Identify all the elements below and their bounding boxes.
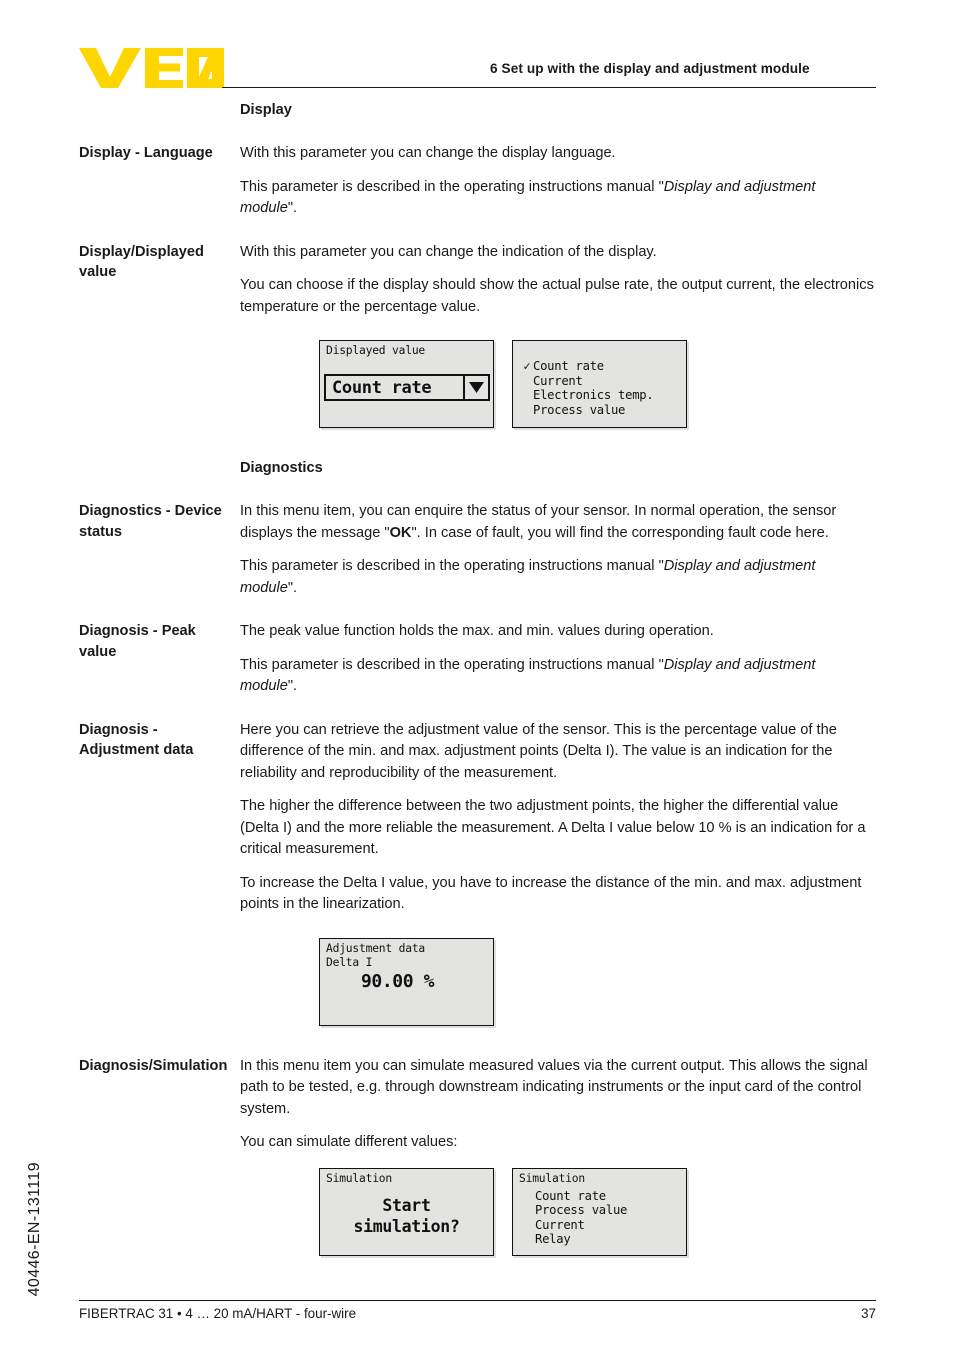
lcd-subtitle: Delta I bbox=[326, 955, 373, 969]
footer-product: FIBERTRAC 31 • 4 … 20 mA/HART - four-wir… bbox=[79, 1306, 357, 1321]
para-peak-value-2: This parameter is described in the opera… bbox=[240, 655, 876, 698]
lcd-delta-i-value: 90.00 % bbox=[360, 970, 435, 992]
page-footer: FIBERTRAC 31 • 4 … 20 mA/HART - four-wir… bbox=[79, 1300, 876, 1321]
figure-displayed-value: Displayed value Count rate ✓ Count rate … bbox=[0, 340, 954, 428]
para-adjustment-data-2: The higher the difference between the tw… bbox=[240, 798, 866, 857]
section-display-language: Display - Language With this parameter y… bbox=[0, 143, 954, 220]
para-displayed-value-2: You can choose if the display should sho… bbox=[240, 277, 874, 315]
figure-simulation: Simulation Start simulation? Simulation … bbox=[0, 1167, 954, 1256]
section-simulation: Diagnosis/Simulation In this menu item y… bbox=[0, 1056, 954, 1154]
list-item[interactable]: Electronics temp. bbox=[533, 388, 654, 403]
para-pre: This parameter is described in the opera… bbox=[240, 656, 664, 673]
option-label: Electronics temp. bbox=[533, 388, 654, 403]
label-display-language: Display - Language bbox=[79, 145, 213, 161]
para-pre: This parameter is described in the opera… bbox=[240, 558, 664, 574]
list-item[interactable]: Relay bbox=[535, 1232, 627, 1247]
para-post: ". bbox=[287, 200, 298, 216]
displayed-value-options[interactable]: Count rate Current Electronics temp. Pro… bbox=[533, 359, 654, 417]
para-bold: OK bbox=[389, 524, 412, 541]
list-item[interactable]: Process value bbox=[535, 1203, 627, 1218]
label-displayed-value: Display/Displayed value bbox=[79, 243, 204, 281]
figure-adjustment-data: Adjustment data Delta I 90.00 % bbox=[0, 937, 954, 1026]
lcd-adjustment-data: Adjustment data Delta I 90.00 % bbox=[319, 937, 494, 1026]
para-adjustment-data-3: To increase the Delta I value, you have … bbox=[240, 874, 862, 913]
para-displayed-value-1: With this parameter you can change the i… bbox=[240, 243, 657, 260]
option-label: Current bbox=[535, 1217, 585, 1232]
header-divider bbox=[222, 87, 876, 88]
simulation-options[interactable]: Count rate Process value Current Relay bbox=[535, 1189, 627, 1247]
para-simulation-2: You can simulate different values: bbox=[240, 1134, 458, 1150]
lcd-displayed-value-list: ✓ Count rate Current Electronics temp. P… bbox=[512, 340, 687, 428]
para-peak-value-1: The peak value function holds the max. a… bbox=[240, 623, 714, 639]
list-item[interactable]: Current bbox=[533, 374, 654, 389]
option-label: Process value bbox=[533, 402, 626, 417]
section-displayed-value: Display/Displayed value With this parame… bbox=[0, 242, 954, 319]
lcd-start-line1: Start bbox=[382, 1195, 431, 1215]
label-simulation: Diagnosis/Simulation bbox=[79, 1057, 228, 1074]
footer-divider bbox=[79, 1300, 876, 1301]
option-label: Process value bbox=[535, 1203, 628, 1218]
section-peak-value: Diagnosis - Peak value The peak value fu… bbox=[0, 621, 954, 698]
para-device-status-1: In this menu item, you can enquire the s… bbox=[240, 501, 876, 544]
list-item[interactable]: Count rate bbox=[533, 359, 654, 374]
chevron-down-icon[interactable] bbox=[463, 376, 488, 399]
lcd-displayed-value-field: Displayed value Count rate bbox=[319, 340, 494, 428]
check-icon: ✓ bbox=[523, 359, 531, 373]
section-diagnostics-heading: Diagnostics bbox=[0, 458, 954, 479]
option-label: Count rate bbox=[533, 359, 604, 373]
lcd-title: Simulation bbox=[326, 1171, 393, 1185]
list-item[interactable]: Count rate bbox=[535, 1189, 627, 1204]
lcd-title: Adjustment data bbox=[326, 941, 426, 955]
option-label: Current bbox=[533, 373, 583, 388]
label-peak-value: Diagnosis - Peak value bbox=[79, 623, 196, 660]
para-post: ". bbox=[287, 579, 298, 596]
chapter-title: 6 Set up with the display and adjustment… bbox=[490, 61, 810, 76]
section-display-heading: Display bbox=[0, 100, 954, 121]
lcd-start-line2: simulation? bbox=[353, 1216, 460, 1236]
option-label: Relay bbox=[535, 1232, 571, 1247]
lcd-title: Displayed value bbox=[326, 344, 426, 357]
para-simulation-1: In this menu item you can simulate measu… bbox=[240, 1057, 868, 1117]
para-device-status-2: This parameter is described in the opera… bbox=[240, 556, 876, 599]
lcd-simulation-list: Simulation Count rate Process value Curr… bbox=[512, 1167, 687, 1256]
para-post: ". bbox=[287, 678, 298, 694]
lcd-simulation-start: Simulation Start simulation? bbox=[319, 1167, 494, 1256]
section-device-status: Diagnostics - Device status In this menu… bbox=[0, 501, 954, 599]
dropdown-value: Count rate bbox=[332, 377, 432, 398]
para-display-language-1: With this parameter you can change the d… bbox=[240, 145, 616, 161]
para-post: ". In case of fault, you will find the c… bbox=[411, 524, 829, 541]
para-adjustment-data-1: Here you can retrieve the adjustment val… bbox=[240, 721, 837, 781]
page-number: 37 bbox=[861, 1306, 876, 1321]
heading-diagnostics: Diagnostics bbox=[240, 460, 323, 476]
option-label: Count rate bbox=[535, 1188, 606, 1203]
displayed-value-dropdown[interactable]: Count rate bbox=[324, 374, 490, 401]
label-adjustment-data: Diagnosis - Adjustment data bbox=[79, 721, 194, 759]
page-content: Display Display - Language With this par… bbox=[0, 100, 954, 1256]
para-display-language-2: This parameter is described in the opera… bbox=[240, 177, 876, 220]
section-adjustment-data: Diagnosis - Adjustment data Here you can… bbox=[0, 720, 954, 916]
heading-display: Display bbox=[240, 102, 292, 118]
vega-logo bbox=[79, 48, 224, 88]
page-header: 6 Set up with the display and adjustment… bbox=[0, 0, 954, 100]
list-item[interactable]: Current bbox=[535, 1218, 627, 1233]
label-device-status: Diagnostics - Device status bbox=[79, 503, 222, 540]
lcd-title: Simulation bbox=[519, 1171, 586, 1185]
para-pre: This parameter is described in the opera… bbox=[240, 178, 664, 195]
list-item[interactable]: Process value bbox=[533, 403, 654, 418]
